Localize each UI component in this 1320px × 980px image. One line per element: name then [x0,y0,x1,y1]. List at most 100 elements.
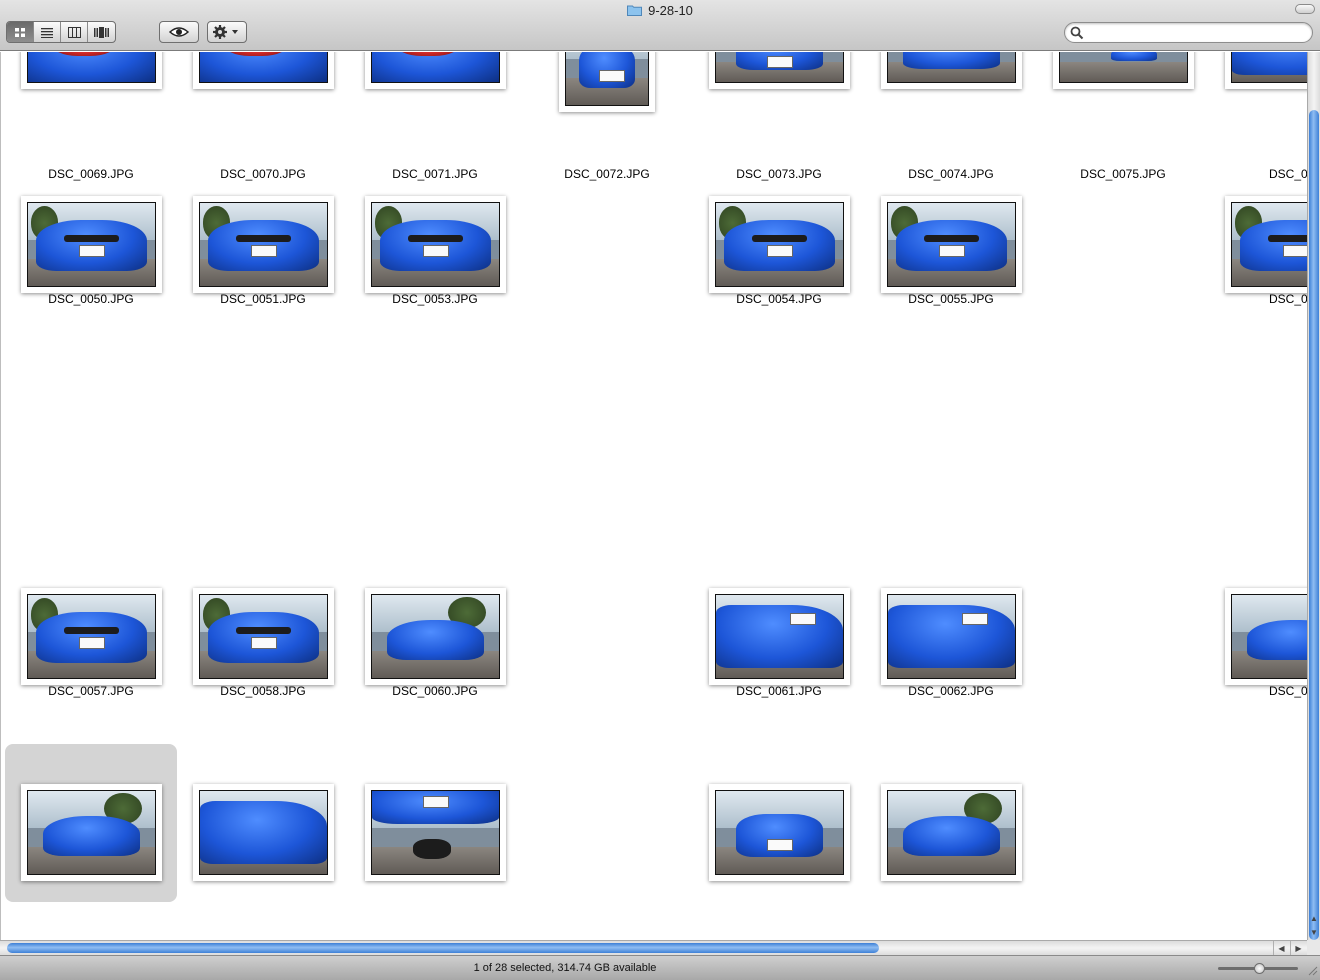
gear-icon [213,25,238,39]
photo-preview [27,202,156,287]
photo-preview [199,202,328,287]
icon-grid-view[interactable]: DSC_0069.JPG DSC_0070.JPG DSC_0071.JPG DSC_… [0,52,1307,940]
scroll-right-button[interactable]: ▶ [1290,941,1306,955]
file-thumbnail[interactable] [365,196,506,293]
toolbar: 9-28-10 [0,0,1320,51]
scroll-down-button[interactable]: ▼ [1308,926,1320,939]
photo-preview [1059,52,1188,83]
icon-view-button[interactable] [7,22,34,42]
quicklook-button[interactable] [159,21,199,43]
photo-preview [371,594,500,679]
file-thumbnail[interactable] [881,196,1022,293]
file-thumbnail[interactable] [881,52,1022,89]
file-thumbnail[interactable] [559,52,655,112]
file-item[interactable]: DSC_0071.JPG [349,52,521,181]
file-item[interactable] [865,744,1037,902]
file-name-label: DSC_0057.JPG [48,684,134,698]
horizontal-scroll-thumb[interactable] [7,943,879,953]
file-item[interactable]: DSC_0055.JPG [865,156,1037,314]
slider-knob[interactable] [1254,963,1265,974]
file-thumbnail[interactable] [193,196,334,293]
file-thumbnail[interactable] [21,196,162,293]
file-thumbnail[interactable] [709,196,850,293]
resize-grip-icon[interactable] [1306,964,1318,976]
vertical-scrollbar[interactable]: ▲ ▼ [1307,52,1320,940]
file-item[interactable]: DSC_0051.JPG [177,156,349,314]
file-item[interactable]: DSC_0058.JPG [177,548,349,706]
file-thumbnail[interactable] [193,588,334,685]
file-thumbnail[interactable] [21,588,162,685]
photo-preview [1231,202,1307,287]
file-thumbnail[interactable] [1053,52,1194,89]
file-thumbnail[interactable] [193,52,334,89]
file-thumbnail[interactable] [21,52,162,89]
eye-icon [169,27,189,37]
file-item[interactable] [693,744,865,902]
file-item[interactable]: DSC_004 [1209,52,1307,181]
file-thumbnail[interactable] [709,784,850,881]
icon-size-slider[interactable] [1218,963,1298,974]
photo-preview [199,52,328,83]
file-thumbnail[interactable] [365,52,506,89]
file-thumbnail[interactable] [881,588,1022,685]
file-thumbnail[interactable] [1225,52,1307,89]
file-thumbnail[interactable] [365,784,506,881]
photo-preview [1231,594,1307,679]
file-name-label: DSC_0058.JPG [220,684,306,698]
list-view-button[interactable] [34,22,61,42]
column-view-button[interactable] [61,22,88,42]
file-thumbnail[interactable] [709,52,850,89]
photo-preview [27,52,156,83]
file-item[interactable]: DSC_0070.JPG [177,52,349,181]
file-item[interactable]: DSC_0061.JPG [693,548,865,706]
action-menu-button[interactable] [207,21,247,43]
photo-preview [887,202,1016,287]
photo-preview [199,594,328,679]
scroll-corner [1307,940,1320,955]
status-text: 1 of 28 selected, 314.74 GB available [473,962,657,974]
file-thumbnail[interactable] [1225,588,1307,685]
file-thumbnail[interactable] [709,588,850,685]
horizontal-scrollbar[interactable]: ◀ ▶ [0,940,1307,955]
file-item[interactable]: DSC_0053.JPG [349,156,521,314]
file-item[interactable] [349,744,521,902]
photo-preview [887,790,1016,875]
file-thumbnail[interactable] [365,588,506,685]
coverflow-view-button[interactable] [88,22,115,42]
file-thumbnail[interactable] [1225,196,1307,293]
file-thumbnail[interactable] [21,784,162,881]
file-item[interactable]: DSC_0074.JPG [865,52,1037,181]
photo-preview [371,202,500,287]
file-item[interactable] [177,744,349,902]
file-item[interactable]: DSC_005 [1209,156,1307,314]
file-thumbnail[interactable] [881,784,1022,881]
file-item[interactable]: DSC_0057.JPG [5,548,177,706]
file-item[interactable]: DSC_0050.JPG [5,156,177,314]
file-item[interactable]: DSC_0054.JPG [693,156,865,314]
photo-preview [27,594,156,679]
file-item[interactable] [5,744,177,902]
file-item[interactable]: DSC_0069.JPG [5,52,177,181]
file-thumbnail[interactable] [193,784,334,881]
file-item[interactable]: DSC_0073.JPG [693,52,865,181]
file-name-label: DSC_0061.JPG [736,684,822,698]
search-input[interactable] [1087,25,1302,40]
file-item[interactable]: DSC_006 [1209,548,1307,706]
photo-preview [715,52,844,83]
scroll-left-button[interactable]: ◀ [1273,941,1289,955]
search-field[interactable] [1064,22,1313,43]
toolbar-toggle-button[interactable] [1295,4,1315,14]
photo-preview [27,790,156,875]
vertical-scroll-thumb[interactable] [1309,110,1319,940]
file-item[interactable]: DSC_0062.JPG [865,548,1037,706]
file-name-label: DSC_0051.JPG [220,292,306,306]
file-name-label: DSC_0054.JPG [736,292,822,306]
file-name-label: DSC_0060.JPG [392,684,478,698]
photo-preview [887,594,1016,679]
file-name-label: DSC_006 [1268,684,1307,698]
scroll-up-button[interactable]: ▲ [1308,912,1320,925]
file-name-label: DSC_0062.JPG [908,684,994,698]
file-item[interactable]: DSC_0072.JPG [521,52,693,181]
file-item[interactable]: DSC_0060.JPG [349,548,521,706]
file-item[interactable]: DSC_0075.JPG [1037,52,1209,181]
